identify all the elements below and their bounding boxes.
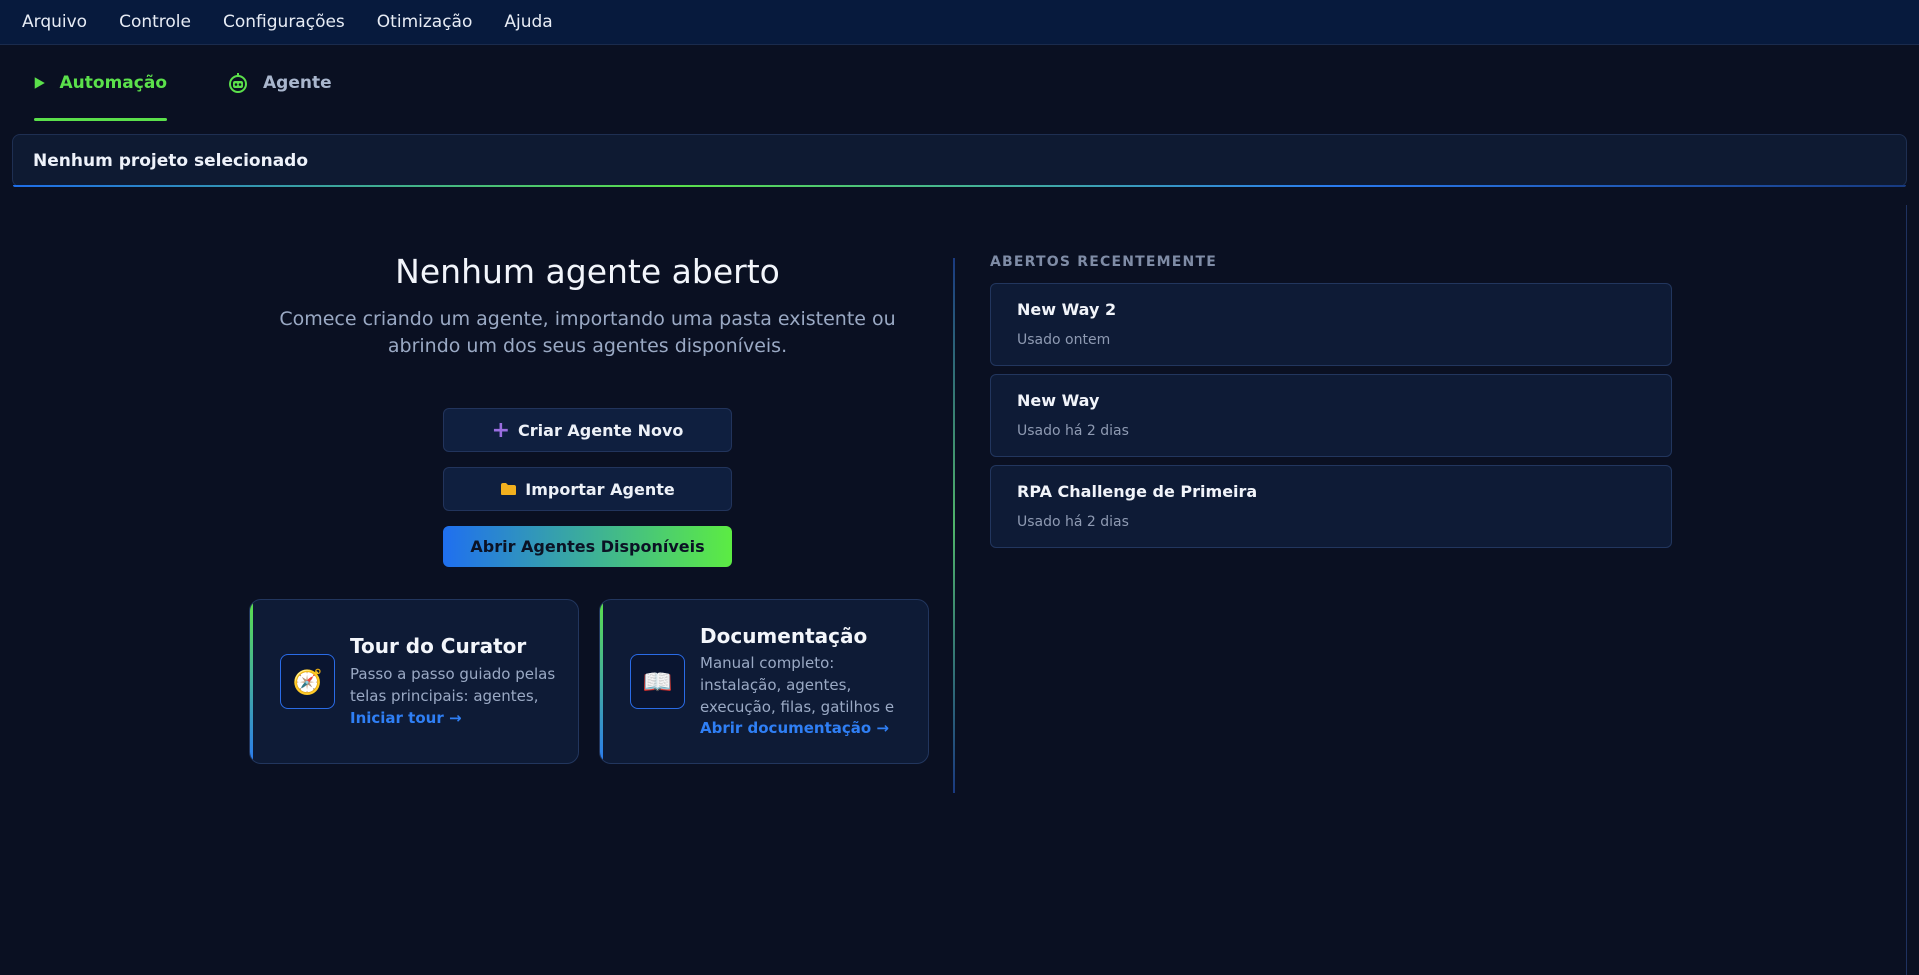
empty-state-title: Nenhum agente aberto [395, 252, 780, 291]
project-bar-glow [13, 185, 1906, 187]
recent-item[interactable]: New Way Usado há 2 dias [990, 374, 1672, 457]
start-tour-link[interactable]: Iniciar tour → [350, 709, 462, 727]
project-bar: Nenhum projeto selecionado [12, 134, 1907, 187]
recent-item-time: Usado há 2 dias [1017, 514, 1129, 530]
documentation-card[interactable]: 📖 Documentação Manual completo: instalaç… [599, 599, 929, 764]
card-accent [250, 600, 253, 763]
recent-item-name: New Way [1017, 391, 1100, 410]
menu-controle[interactable]: Controle [107, 12, 203, 32]
tab-bar: Automação Agente [0, 45, 1919, 121]
menu-configuracoes[interactable]: Configurações [211, 12, 357, 32]
import-agent-label: Importar Agente [525, 479, 675, 499]
scrollbar-track [1906, 205, 1907, 975]
play-icon [34, 77, 45, 89]
import-agent-button[interactable]: Importar Agente [443, 467, 732, 511]
column-divider [953, 258, 955, 793]
open-documentation-link[interactable]: Abrir documentação → [700, 719, 889, 737]
recent-item-name: New Way 2 [1017, 300, 1117, 319]
recent-item-name: RPA Challenge de Primeira [1017, 482, 1258, 501]
menu-bar: Arquivo Controle Configurações Otimizaçã… [0, 0, 1919, 45]
recent-item-time: Usado há 2 dias [1017, 423, 1129, 439]
recent-item-time: Usado ontem [1017, 332, 1111, 348]
create-agent-button[interactable]: + Criar Agente Novo [443, 408, 732, 452]
recent-title: ABERTOS RECENTEMENTE [990, 254, 1217, 270]
recent-panel: ABERTOS RECENTEMENTE New Way 2 Usado ont… [990, 254, 1672, 548]
card-accent [600, 600, 603, 763]
plus-icon: + [491, 417, 511, 443]
open-available-agents-label: Abrir Agentes Disponíveis [470, 537, 705, 556]
tab-agente[interactable]: Agente [227, 45, 332, 121]
create-agent-label: Criar Agente Novo [518, 420, 684, 440]
tab-automacao[interactable]: Automação [34, 45, 167, 121]
robot-icon [229, 73, 247, 93]
active-tab-indicator [34, 118, 167, 121]
project-label: Nenhum projeto selecionado [33, 150, 309, 171]
tab-automacao-label: Automação [59, 73, 167, 93]
compass-icon: 🧭 [280, 654, 335, 709]
tour-card-title: Tour do Curator [350, 634, 527, 658]
empty-state-subtitle: Comece criando um agente, importando uma… [279, 308, 896, 357]
recent-item[interactable]: New Way 2 Usado ontem [990, 283, 1672, 366]
open-available-agents-button[interactable]: Abrir Agentes Disponíveis [443, 526, 732, 567]
tour-card[interactable]: 🧭 Tour do Curator Passo a passo guiado p… [249, 599, 579, 764]
menu-otimizacao[interactable]: Otimização [365, 12, 485, 32]
documentation-card-title: Documentação [700, 624, 868, 648]
menu-arquivo[interactable]: Arquivo [10, 12, 99, 32]
tab-agente-label: Agente [263, 73, 332, 93]
tour-card-description: Passo a passo guiado pelas telas princip… [350, 665, 556, 705]
recent-item[interactable]: RPA Challenge de Primeira Usado há 2 dia… [990, 465, 1672, 548]
documentation-card-description: Manual completo: instalação, agentes, ex… [700, 654, 895, 716]
menu-ajuda[interactable]: Ajuda [492, 12, 564, 32]
folder-icon [501, 483, 517, 495]
book-icon: 📖 [630, 654, 685, 709]
